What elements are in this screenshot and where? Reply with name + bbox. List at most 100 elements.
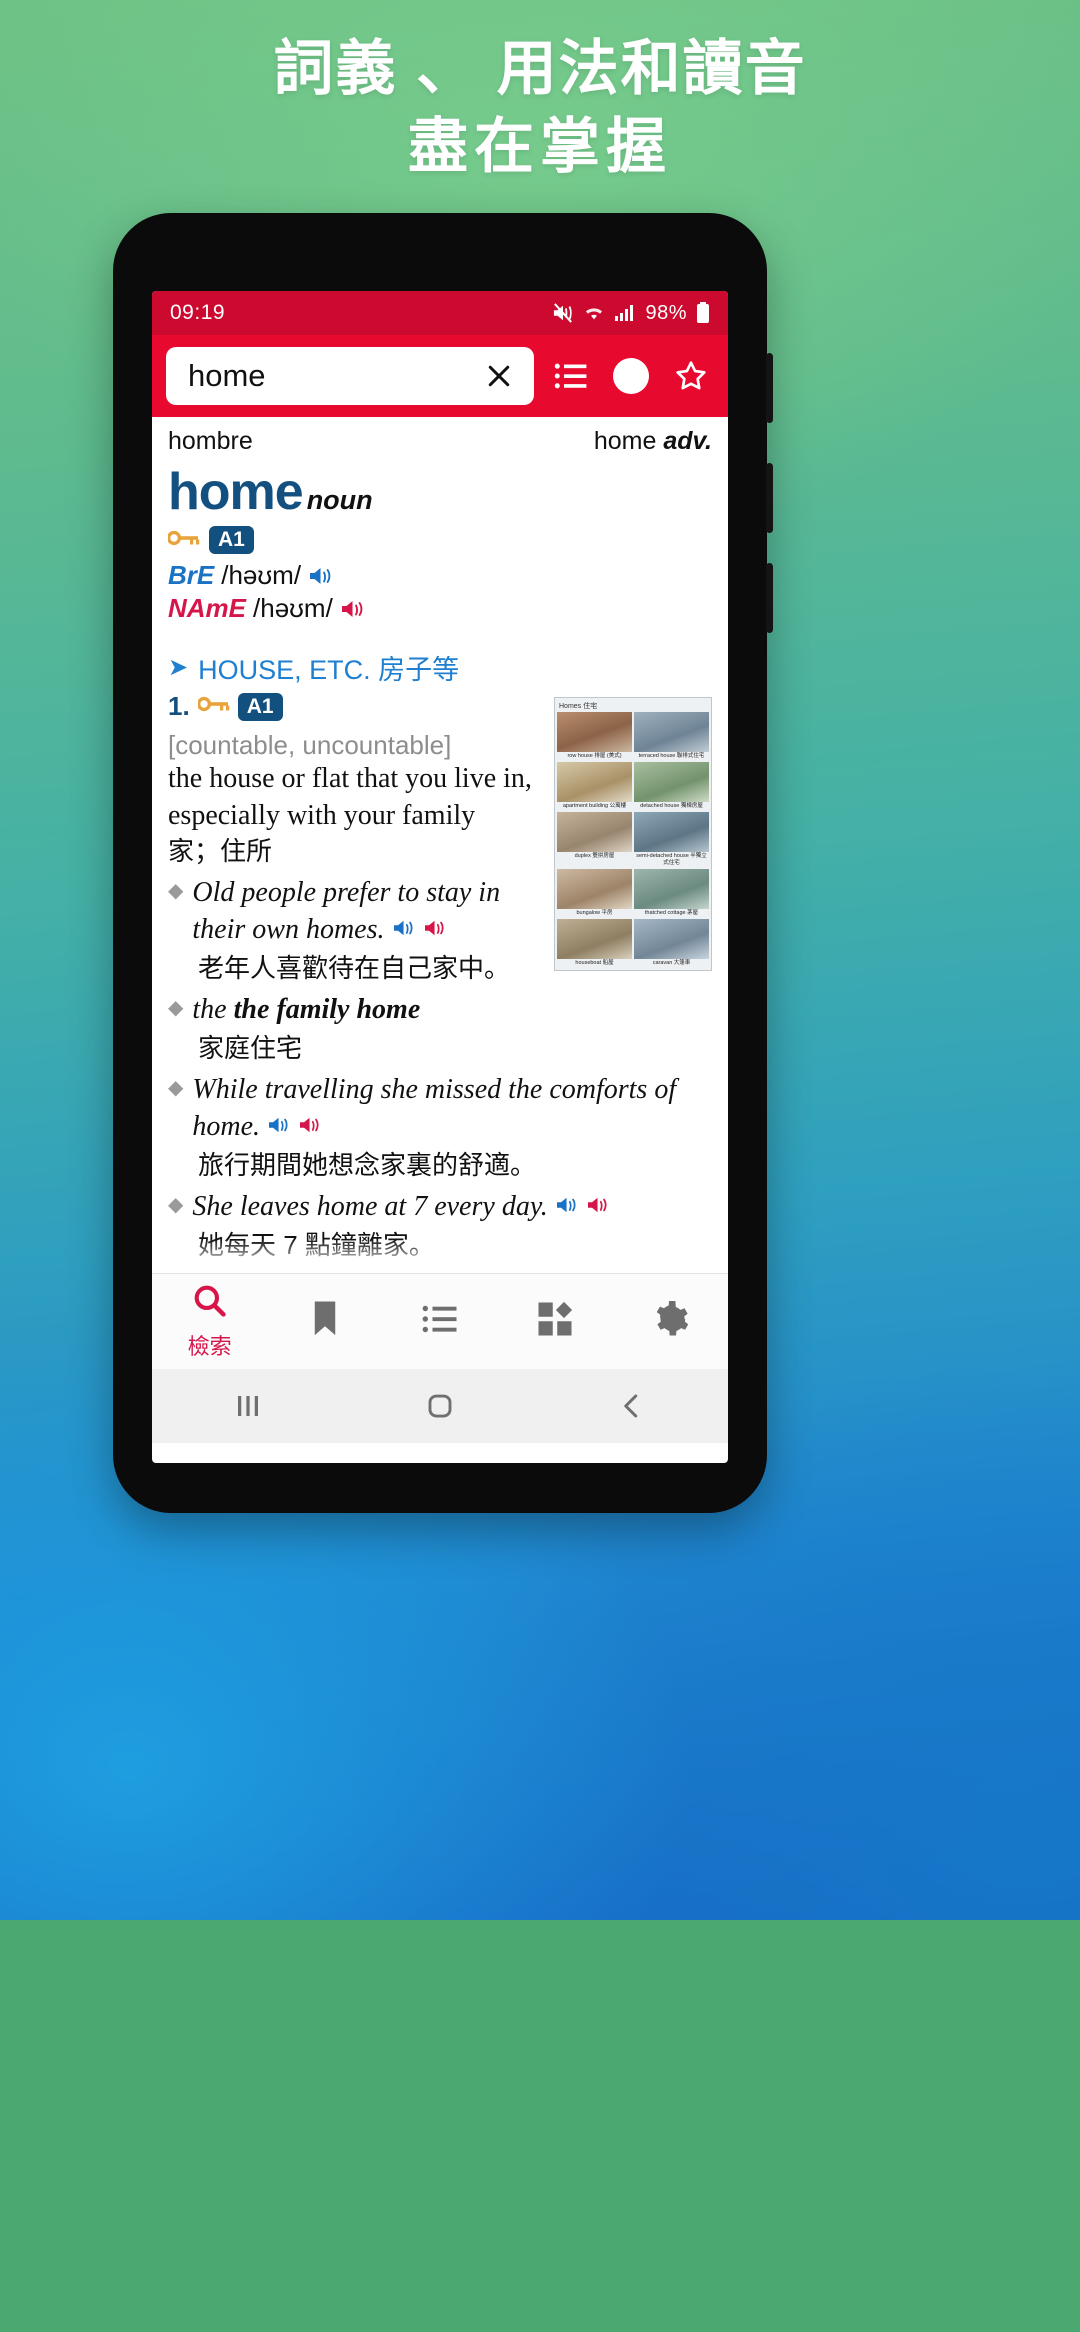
speaker-icon[interactable]	[308, 565, 334, 587]
headline-line-1: 詞義 、 用法和讀音	[273, 35, 807, 102]
sense-heading-label: HOUSE, ETC. 房子等	[198, 655, 460, 686]
home-circle-icon[interactable]	[425, 1391, 455, 1421]
status-time: 09:19	[170, 301, 226, 324]
speaker-icon[interactable]	[586, 1195, 610, 1215]
next-word-link[interactable]: home adv.	[594, 427, 712, 456]
pron-ipa-bre: /həʊm/	[221, 560, 302, 591]
picture-label: caravan 大篷車	[652, 959, 691, 966]
picture-caption: Homes 住宅	[559, 703, 598, 711]
example-text: the the family home	[192, 994, 421, 1026]
tab-settings[interactable]	[613, 1300, 728, 1343]
mute-icon	[552, 303, 574, 323]
gear-icon	[651, 1300, 689, 1343]
back-chevron-icon[interactable]	[617, 1391, 647, 1421]
diamond-icon: ◆	[168, 1194, 184, 1217]
tab-bookmarks[interactable]	[267, 1300, 382, 1343]
close-icon[interactable]	[480, 357, 518, 395]
search-input-value: home	[188, 358, 266, 393]
battery-icon	[696, 302, 710, 324]
example-sentence: She leaves home at 7 every day.	[192, 1191, 548, 1223]
speaker-icon[interactable]	[267, 1115, 291, 1135]
speaker-icon[interactable]	[392, 918, 416, 938]
picture-label: semi-detached house 半獨立式住宅	[636, 852, 707, 866]
example-text: While travelling she missed the comforts…	[192, 1072, 712, 1146]
diamond-icon: ◆	[168, 1269, 183, 1273]
diamond-icon: ◆	[168, 1077, 184, 1100]
illustration-thumbnail[interactable]: Homes 住宅 row house 排屋 (美式) terraced hous…	[554, 697, 712, 972]
key-icon	[196, 695, 230, 718]
picture-label: thatched cottage 茅屋	[644, 909, 699, 916]
picture-label: row house 排屋 (美式)	[567, 753, 622, 760]
example-translation: 旅行期間她想念家裏的舒適。	[198, 1149, 537, 1180]
list-icon[interactable]	[548, 362, 594, 390]
diamond-icon: ◆	[168, 880, 184, 903]
next-word-pos: adv.	[663, 427, 712, 455]
search-input[interactable]: home	[166, 347, 534, 405]
phone-screen: 09:19 98% home hombre home adv. home nou…	[152, 291, 728, 1463]
pron-lang-bre: BrE	[168, 560, 215, 591]
sense-1-header: 1. A1 [countable, uncountable]	[168, 691, 542, 761]
arrow-icon: ➤	[168, 654, 189, 682]
search-icon	[191, 1282, 229, 1325]
picture-label: apartment building 公寓樓	[562, 803, 627, 810]
pron-lang-name: NAmE	[168, 593, 247, 624]
search-header: home	[152, 335, 728, 417]
speaker-icon[interactable]	[298, 1115, 322, 1135]
android-nav-bar	[152, 1369, 728, 1443]
example-text: He left home (= left his parents and beg…	[192, 1269, 712, 1273]
sense-heading: ➤ HOUSE, ETC. 房子等	[168, 648, 712, 687]
cefr-badge: A1	[209, 526, 254, 555]
example-sentence: Old people prefer to stay in their own h…	[192, 877, 501, 945]
key-icon	[166, 529, 200, 552]
example-sentence: the family home	[233, 994, 421, 1026]
picture-label: detached house 獨棟房屋	[640, 803, 703, 810]
picture-label: bungalow 平房	[576, 909, 613, 916]
example-sentence: While travelling she missed the comforts…	[192, 1074, 677, 1143]
phone-mockup: 09:19 98% home hombre home adv. home nou…	[113, 213, 773, 1513]
diamond-icon: ◆	[168, 997, 184, 1020]
pronunciation-name: NAmE /həʊm/	[168, 593, 712, 624]
bookmark-icon	[310, 1300, 340, 1343]
headword-row: home noun	[168, 462, 712, 522]
tab-search-label: 檢索	[187, 1334, 232, 1359]
example-translation: 她每天 7 點鐘離家。	[198, 1230, 435, 1261]
headline-line-2: 盡在掌握	[408, 113, 672, 180]
speaker-icon[interactable]	[555, 1195, 579, 1215]
example-translation: 家庭住宅	[198, 1032, 303, 1063]
dictionary-entry[interactable]: hombre home adv. home noun A1 BrE /həʊm/	[152, 417, 728, 1273]
grammar-label: [countable, uncountable]	[168, 730, 452, 761]
bottom-toolbar: 檢索	[152, 1273, 728, 1369]
picture-label: terraced house 聯排式住宅	[638, 753, 705, 760]
sense-number: 1.	[168, 691, 190, 722]
previous-word-link[interactable]: hombre	[168, 427, 253, 456]
headword-pos: noun	[306, 485, 373, 515]
picture-label: duplex 雙拼房屋	[574, 852, 615, 859]
level-row: A1	[166, 526, 712, 555]
tab-wordlist[interactable]	[382, 1304, 497, 1339]
next-word-label: home	[593, 427, 657, 455]
status-bar: 09:19 98%	[152, 291, 728, 335]
pronunciation-bre: BrE /həʊm/	[168, 560, 712, 591]
speaker-icon[interactable]	[340, 598, 366, 620]
tab-search[interactable]: 檢索	[152, 1282, 267, 1361]
wifi-icon	[583, 304, 605, 322]
speaker-icon[interactable]	[423, 918, 447, 938]
pron-ipa-name: /həʊm/	[253, 593, 333, 624]
cefr-badge: A1	[237, 692, 283, 721]
promo-headline: 詞義 、 用法和讀音 盡在掌握	[0, 30, 1080, 186]
picture-label: houseboat 船屋	[575, 959, 614, 966]
star-icon[interactable]	[668, 359, 714, 393]
example-item: ◆ While travelling she missed the comfor…	[168, 1072, 712, 1146]
list-icon	[422, 1304, 458, 1339]
example-item: ◆ Old people prefer to stay in their own…	[168, 875, 542, 949]
example-item: ◆ She leaves home at 7 every day.	[168, 1189, 712, 1226]
battery-percent-label: 98%	[645, 301, 687, 324]
recents-icon[interactable]	[233, 1391, 263, 1421]
example-item: ◆ He left home (= left his parents and b…	[168, 1269, 712, 1273]
grid-icon	[537, 1301, 573, 1342]
tab-extras[interactable]	[498, 1301, 613, 1342]
page-title: home	[168, 463, 304, 521]
example-item: ◆ the the family home	[168, 992, 712, 1029]
example-text: Old people prefer to stay in their own h…	[192, 875, 542, 949]
mic-circle-icon[interactable]	[608, 358, 654, 394]
